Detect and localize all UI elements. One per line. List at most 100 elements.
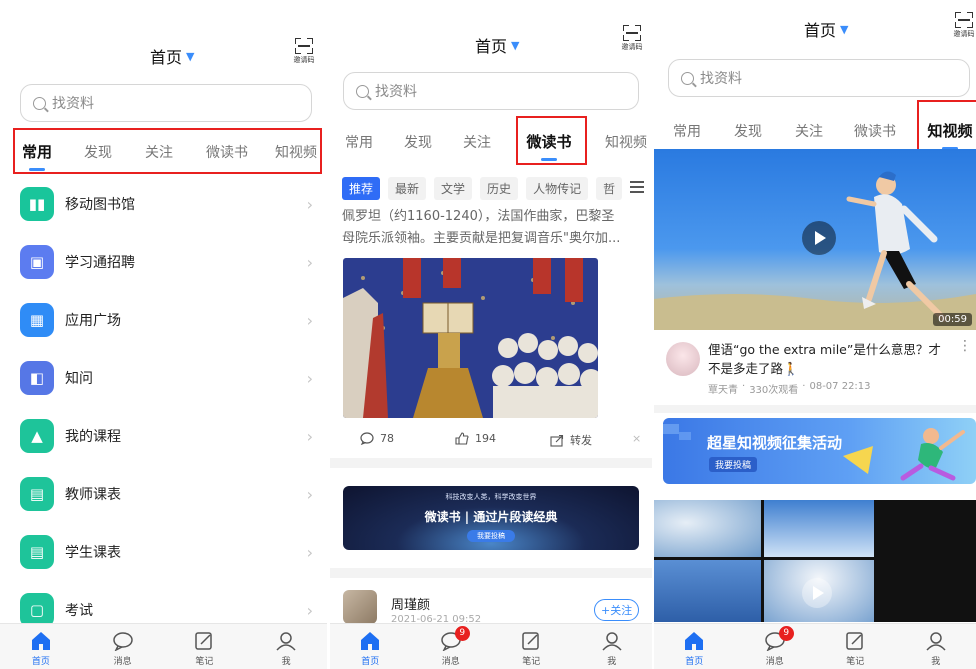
nav-messages[interactable]: 9 消息 (735, 624, 816, 669)
exam-icon: ▢ (20, 593, 54, 627)
promo-banner[interactable]: 超星知视频征集活动 我要投稿 (663, 418, 976, 484)
banner-title: 微读书 | 通过片段读经典 (424, 510, 558, 524)
video-title[interactable]: 俚语“go the extra mile”是什么意思？才 不是多走了路🚶 (708, 340, 941, 378)
play-icon[interactable] (802, 578, 832, 608)
screen-knowledge-video: 首页 ▼ 邀请码 找资料 常用 发现 关注 微读书 知视频 00:59 俚语“g… (654, 0, 976, 669)
promo-submit-button[interactable]: 我要投稿 (709, 457, 758, 472)
tab-discover[interactable]: 发现 (729, 121, 767, 141)
scan-icon (295, 38, 313, 54)
chevron-down-icon: ▼ (840, 22, 849, 36)
nav-notes[interactable]: 笔记 (164, 624, 246, 669)
nav-notes[interactable]: 笔记 (815, 624, 896, 669)
tab-bar: 常用 发现 关注 微读书 知视频 (342, 131, 648, 161)
search-placeholder: 找资料 (700, 71, 742, 87)
search-input[interactable]: 找资料 (668, 59, 970, 97)
nav-messages[interactable]: 9 消息 (411, 624, 492, 669)
menu-item[interactable]: ▣ 学习通招聘 › (0, 233, 327, 291)
tab-micro-reading[interactable]: 微读书 (851, 121, 899, 141)
tab-common[interactable]: 常用 (342, 132, 376, 152)
nav-home[interactable]: 首页 (330, 624, 411, 669)
page-title-dropdown[interactable]: 首页 ▼ (475, 33, 519, 57)
nav-me[interactable]: 我 (572, 624, 653, 669)
comment-icon (360, 432, 374, 445)
author-name[interactable]: 周瑾颜 (391, 594, 430, 613)
chevron-right-icon: › (306, 310, 313, 330)
nav-home[interactable]: 首页 (0, 624, 82, 669)
article-image[interactable] (343, 258, 598, 418)
tab-common[interactable]: 常用 (668, 121, 706, 141)
chip-history[interactable]: 历史 (480, 176, 519, 200)
follow-button[interactable]: +关注 (594, 599, 640, 621)
chip-philosophy[interactable]: 哲 (596, 176, 623, 200)
nav-messages[interactable]: 消息 (82, 624, 164, 669)
article-card[interactable]: 佩罗坦（约1160-1240），法国作曲家，巴黎圣 母院乐派领袖。主要贡献是把复… (330, 206, 652, 458)
note-icon (520, 630, 542, 652)
note-icon (844, 630, 866, 652)
nav-me-label: 我 (281, 657, 291, 667)
menu-item[interactable]: ▤ 学生课表 › (0, 523, 327, 581)
more-icon[interactable]: ⋮ (958, 339, 972, 353)
menu-item[interactable]: ▦ 应用广场 › (0, 291, 327, 349)
bottom-nav: 首页 9 消息 笔记 我 (654, 623, 976, 669)
nav-me[interactable]: 我 (896, 624, 976, 669)
nav-home-label: 首页 (685, 657, 704, 667)
page-title: 首页 (475, 37, 508, 56)
invite-code-label: 邀请码 (621, 43, 643, 51)
graduation-cap-icon: ▲ (20, 419, 54, 453)
video-thumbnail-grid[interactable] (654, 500, 976, 622)
invite-code-button[interactable]: 邀请码 (620, 25, 644, 52)
comment-button[interactable]: 78 (360, 432, 394, 445)
search-input[interactable]: 找资料 (343, 72, 639, 110)
chip-latest[interactable]: 最新 (388, 176, 427, 200)
dismiss-button[interactable]: × (632, 432, 641, 445)
scan-icon (955, 12, 973, 28)
nav-me-label: 我 (931, 657, 941, 667)
screen-home-common: 首页 ▼ 邀请码 找资料 常用 发现 关注 微读书 知视频 ▮▮ 移动图书馆 › ▣ 学… (0, 0, 327, 669)
avatar[interactable] (343, 590, 377, 624)
chip-recommended[interactable]: 推荐 (342, 176, 381, 200)
avatar[interactable] (666, 342, 700, 376)
nav-messages-label: 消息 (113, 657, 132, 667)
bottom-nav: 首页 9 消息 笔记 我 (330, 623, 652, 669)
share-button[interactable]: 转发 (550, 432, 592, 448)
search-placeholder: 找资料 (375, 84, 417, 100)
tab-knowledge-video[interactable]: 知视频 (604, 132, 648, 152)
hamburger-icon[interactable] (630, 181, 644, 196)
menu-item-label: 考试 (65, 603, 93, 619)
menu-item[interactable]: ▤ 教师课表 › (0, 465, 327, 523)
chevron-right-icon: › (306, 368, 313, 388)
invite-code-button[interactable]: 邀请码 (952, 12, 976, 39)
nav-notes[interactable]: 笔记 (491, 624, 572, 669)
menu-item[interactable]: ▲ 我的课程 › (0, 407, 327, 465)
thumbs-up-icon (455, 432, 469, 445)
video-player[interactable]: 00:59 (654, 149, 976, 330)
search-input[interactable]: 找资料 (20, 84, 312, 122)
menu-item[interactable]: ◧ 知问 › (0, 349, 327, 407)
search-icon (33, 96, 46, 110)
nav-home[interactable]: 首页 (654, 624, 735, 669)
menu-item[interactable]: ▮▮ 移动图书馆 › (0, 175, 327, 233)
banner-card: 科技改变人类，科学改变世界 微读书 | 通过片段读经典 我要投稿 (330, 468, 652, 568)
view-count: 330次观看 (749, 385, 799, 396)
chip-biography[interactable]: 人物传记 (526, 176, 589, 200)
excerpt-line-2: 母院乐派领袖。主要贡献是把复调音乐"奥尔加... (342, 231, 621, 246)
page-title-dropdown[interactable]: 首页 ▼ (804, 17, 848, 41)
play-icon[interactable] (802, 221, 836, 255)
tab-discover[interactable]: 发现 (401, 132, 435, 152)
invite-code-button[interactable]: 邀请码 (292, 38, 316, 65)
micro-reading-banner[interactable]: 科技改变人类，科学改变世界 微读书 | 通过片段读经典 我要投稿 (343, 486, 639, 550)
nav-me[interactable]: 我 (245, 624, 327, 669)
highlight-box (13, 128, 322, 174)
banner-submit-button[interactable]: 我要投稿 (467, 530, 515, 542)
unread-badge: 9 (454, 626, 470, 641)
divider (654, 405, 976, 413)
video-author[interactable]: 覃天青 (708, 381, 738, 396)
tab-following[interactable]: 关注 (460, 132, 494, 152)
page-title-dropdown[interactable]: 首页 ▼ (150, 44, 194, 68)
tab-following[interactable]: 关注 (790, 121, 828, 141)
chip-literature[interactable]: 文学 (434, 176, 473, 200)
like-button[interactable]: 194 (455, 432, 496, 445)
menu-item-label: 学习通招聘 (65, 255, 135, 271)
calendar-icon: ▤ (20, 535, 54, 569)
video-title-line-2: 不是多走了路🚶 (708, 361, 799, 376)
